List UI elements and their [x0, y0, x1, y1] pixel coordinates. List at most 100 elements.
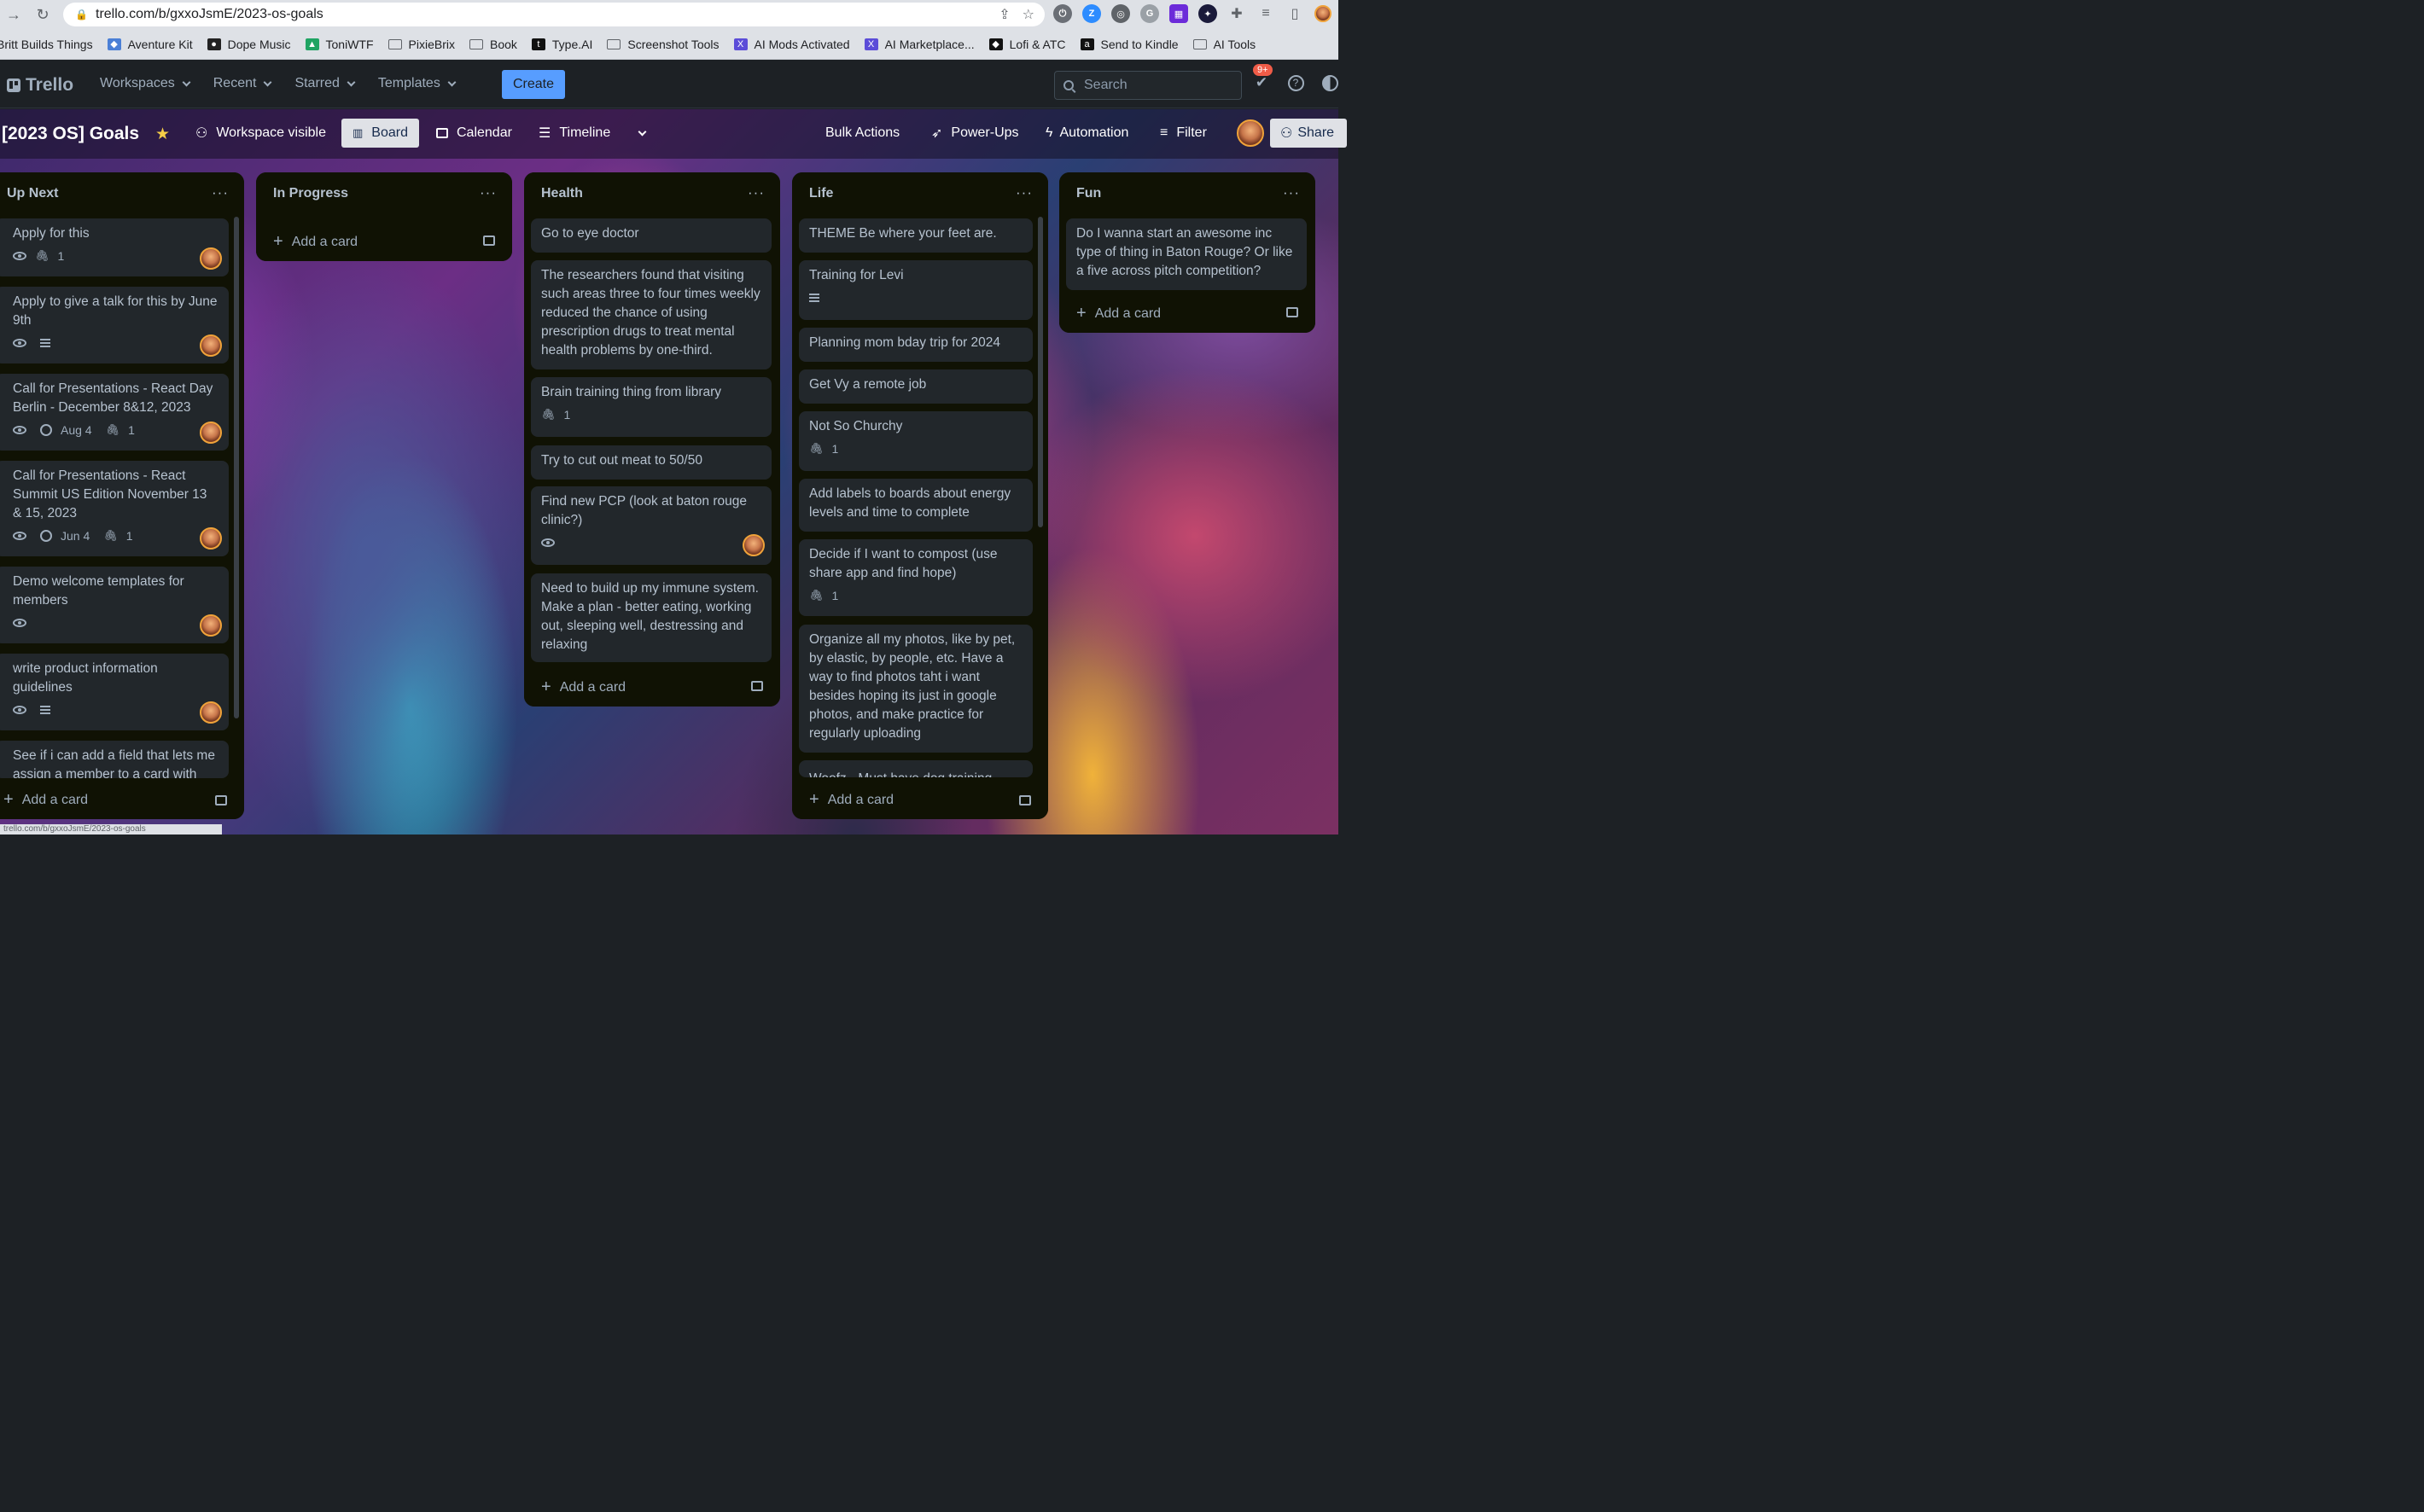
extension-orb-icon[interactable]: ✦ [1198, 4, 1217, 23]
card[interactable]: Add labels to boards about energy levels… [799, 479, 1033, 532]
visibility-button[interactable]: ⚇ Workspace visible [184, 119, 337, 148]
card[interactable]: Apply to give a talk for this by June 9t… [0, 287, 229, 363]
bookmark-item[interactable]: ◆ Aventure Kit [107, 38, 193, 51]
card[interactable]: See if i can add a field that lets me as… [0, 741, 229, 778]
view-calendar[interactable]: Calendar [425, 119, 523, 148]
bookmark-item[interactable]: ◆ Lofi & ATC [988, 38, 1066, 51]
list-title[interactable]: Life [809, 186, 833, 201]
list-menu-icon[interactable]: ··· [480, 184, 497, 201]
bookmark-item[interactable]: AI Tools [1192, 38, 1256, 51]
list-title[interactable]: Fun [1076, 186, 1101, 201]
card[interactable]: Planning mom bday trip for 2024 [799, 328, 1033, 362]
bookmark-item[interactable]: Screenshot Tools [607, 38, 720, 51]
extension-zoom-icon[interactable]: Z [1082, 4, 1101, 23]
add-card-button[interactable]: + Add a card [541, 677, 626, 697]
power-ups-button[interactable]: ➶ Power-Ups [920, 119, 1030, 148]
reading-list-icon[interactable]: ≡ [1256, 4, 1275, 23]
help-button[interactable]: ? [1285, 73, 1306, 93]
add-card-button[interactable]: + Add a card [3, 790, 88, 810]
list-title[interactable]: In Progress [273, 186, 348, 201]
list-menu-icon[interactable]: ··· [1016, 184, 1033, 201]
list-title[interactable]: Health [541, 186, 583, 201]
more-views-button[interactable] [625, 119, 656, 148]
nav-templates[interactable]: Templates [370, 69, 463, 98]
nav-starred[interactable]: Starred [287, 69, 361, 98]
card[interactable]: Call for Presentations - React Summit US… [0, 461, 229, 556]
list-menu-icon[interactable]: ··· [212, 184, 229, 201]
extension-power-icon[interactable]: ⏻ [1053, 4, 1072, 23]
list-menu-icon[interactable]: ··· [1283, 184, 1300, 201]
view-timeline[interactable]: ☰ Timeline [527, 119, 621, 148]
nav-recent[interactable]: Recent [206, 69, 279, 98]
card-template-icon[interactable] [1286, 307, 1298, 317]
member-avatar[interactable] [200, 614, 222, 637]
list-menu-icon[interactable]: ··· [748, 184, 765, 201]
create-button[interactable]: Create [502, 70, 565, 99]
bookmark-item[interactable]: Britt Builds Things [0, 38, 93, 51]
card[interactable]: Brain training thing from library 🖇 1 [531, 377, 772, 437]
card-template-icon[interactable] [1019, 795, 1031, 805]
star-icon[interactable]: ★ [155, 125, 170, 144]
card[interactable]: Try to cut out meat to 50/50 [531, 445, 772, 480]
member-avatar[interactable] [200, 247, 222, 270]
address-bar[interactable]: 🔒 trello.com/b/gxxoJsmE/2023-os-goals ⇪ … [63, 3, 1045, 26]
member-avatar[interactable] [200, 701, 222, 724]
member-avatar[interactable] [200, 422, 222, 444]
theme-toggle[interactable] [1320, 73, 1340, 93]
bookmark-item[interactable]: PixieBrix [387, 38, 455, 51]
forward-icon[interactable]: → [2, 3, 26, 26]
card[interactable]: Go to eye doctor [531, 218, 772, 253]
list-title[interactable]: Up Next [7, 186, 58, 201]
share-page-icon[interactable]: ⇪ [999, 6, 1010, 23]
bulk-actions-button[interactable]: Bulk Actions [814, 119, 911, 148]
list-scrollbar[interactable] [1038, 217, 1043, 527]
card-template-icon[interactable] [751, 681, 763, 691]
url-text[interactable]: trello.com/b/gxxoJsmE/2023-os-goals [96, 7, 323, 22]
bookmark-star-icon[interactable]: ☆ [1023, 6, 1034, 23]
card[interactable]: Do I wanna start an awesome inc type of … [1066, 218, 1307, 290]
nav-workspaces[interactable]: Workspaces [92, 69, 197, 98]
bookmark-item[interactable]: X AI Mods Activated [733, 38, 850, 51]
card[interactable]: Organize all my photos, like by pet, by … [799, 625, 1033, 753]
card[interactable]: The researchers found that visiting such… [531, 260, 772, 369]
add-card-button[interactable]: + Add a card [1076, 304, 1161, 323]
add-card-button[interactable]: + Add a card [809, 790, 894, 810]
card-template-icon[interactable] [215, 795, 227, 805]
member-avatar[interactable] [1237, 119, 1264, 147]
share-button[interactable]: ⚇ Share [1270, 119, 1347, 148]
card[interactable]: Apply for this 🖇 1 [0, 218, 229, 276]
bookmark-item[interactable]: Book [469, 38, 517, 51]
bookmark-item[interactable]: t Type.AI [531, 38, 592, 51]
bookmark-item[interactable]: ▲ ToniWTF [305, 38, 374, 51]
trello-logo[interactable]: Trello [7, 75, 73, 96]
filter-button[interactable]: ≡ Filter [1149, 119, 1218, 148]
member-avatar[interactable] [200, 527, 222, 550]
card[interactable]: Decide if I want to compost (use share a… [799, 539, 1033, 616]
card[interactable]: Training for Levi [799, 260, 1033, 320]
member-avatar[interactable] [743, 534, 765, 556]
card[interactable]: Demo welcome templates for members [0, 567, 229, 643]
card[interactable]: Woofz - Must have dog training [799, 760, 1033, 777]
bookmark-item[interactable]: X AI Marketplace... [864, 38, 975, 51]
list-scrollbar[interactable] [234, 217, 239, 718]
bookmark-item[interactable]: ● Dope Music [207, 38, 291, 51]
notifications-button[interactable]: ✔ 9+ [1251, 64, 1273, 93]
extension-grammar-icon[interactable]: G [1140, 4, 1159, 23]
card[interactable]: Call for Presentations - React Day Berli… [0, 374, 229, 451]
bookmark-item[interactable]: a Send to Kindle [1080, 38, 1179, 51]
card[interactable]: Not So Churchy 🖇 1 [799, 411, 1033, 471]
search-input[interactable]: Search [1054, 71, 1242, 100]
card[interactable]: Find new PCP (look at baton rouge clinic… [531, 486, 772, 565]
side-panel-icon[interactable]: ▯ [1285, 4, 1304, 23]
card[interactable]: write product information guidelines [0, 654, 229, 730]
extension-lens-icon[interactable]: ◎ [1111, 4, 1130, 23]
add-card-button[interactable]: + Add a card [273, 232, 358, 252]
reload-icon[interactable]: ↻ [31, 3, 55, 26]
member-avatar[interactable] [200, 334, 222, 357]
profile-avatar[interactable] [1314, 5, 1331, 22]
card[interactable]: Get Vy a remote job [799, 369, 1033, 404]
board-title[interactable]: [2023 OS] Goals [2, 124, 139, 144]
view-board[interactable]: ▥ Board [341, 119, 419, 148]
extension-purple-icon[interactable]: ▦ [1169, 4, 1188, 23]
card-template-icon[interactable] [483, 236, 495, 246]
